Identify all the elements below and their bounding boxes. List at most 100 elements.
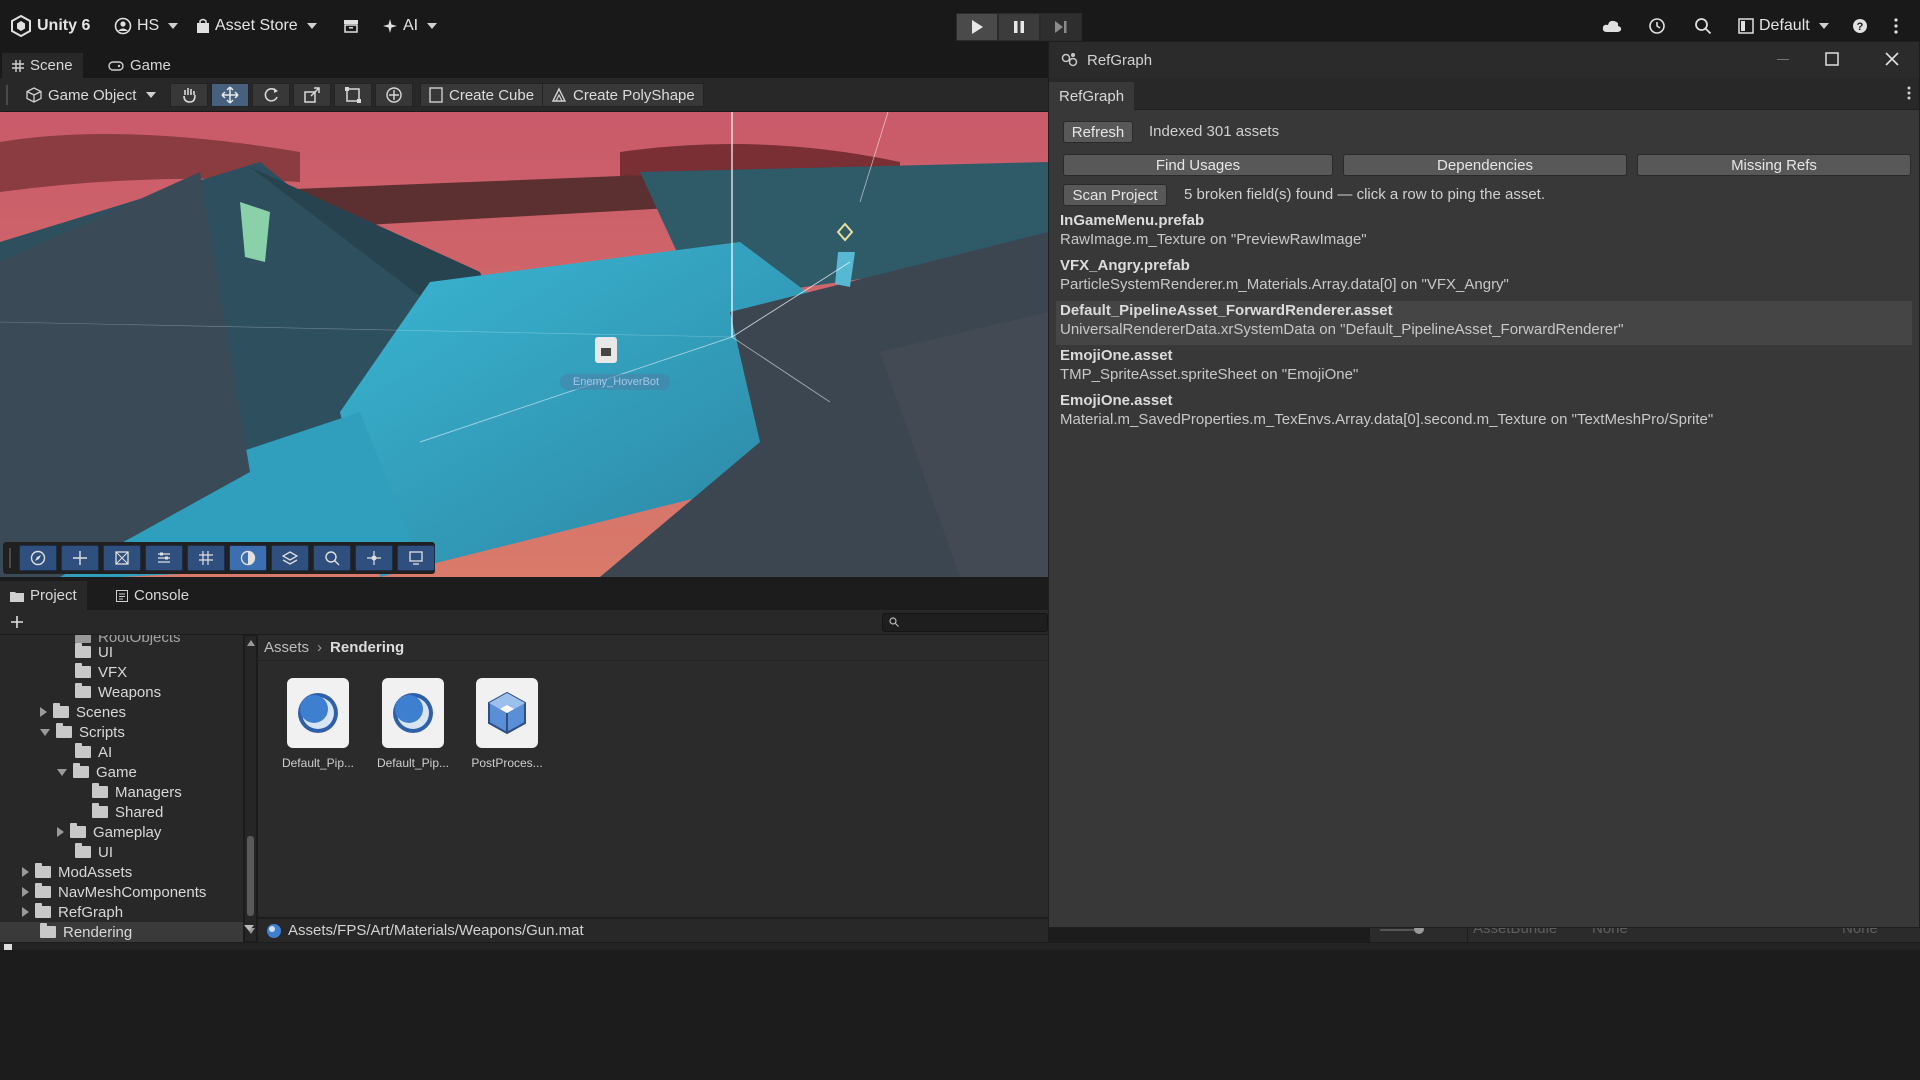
- tree-item[interactable]: VFX: [75, 662, 127, 682]
- chevron-down-icon: [306, 23, 317, 29]
- tab-scene[interactable]: Scene: [2, 53, 83, 78]
- chevron-down-icon[interactable]: [244, 925, 254, 931]
- move-arrows-icon: [221, 86, 239, 104]
- minimize-button[interactable]: [1771, 52, 1795, 68]
- asset-tile[interactable]: Default_Pip...: [274, 678, 362, 770]
- help-button[interactable]: ?: [1852, 14, 1868, 38]
- layers-button[interactable]: [271, 545, 309, 571]
- scroll-up-icon[interactable]: [247, 640, 255, 646]
- expand-arrow-icon[interactable]: [40, 707, 47, 717]
- pivot-button[interactable]: [355, 545, 393, 571]
- rotate-tool-button[interactable]: [252, 83, 290, 107]
- history-button[interactable]: [1648, 14, 1666, 38]
- tree-item[interactable]: UI: [75, 842, 113, 862]
- package-manager-button[interactable]: [343, 14, 359, 38]
- scan-project-button[interactable]: Scan Project: [1063, 184, 1167, 206]
- tree-item-label: Scripts: [79, 723, 125, 741]
- result-row-selected[interactable]: Default_PipelineAsset_ForwardRenderer.as…: [1056, 301, 1912, 345]
- window-titlebar[interactable]: RefGraph: [1049, 42, 1919, 78]
- tree-item[interactable]: UI: [75, 642, 113, 662]
- result-row[interactable]: InGameMenu.prefab RawImage.m_Texture on …: [1056, 211, 1912, 255]
- tree-item[interactable]: NavMeshComponents: [22, 882, 206, 902]
- pause-button[interactable]: [998, 13, 1040, 41]
- hand-tool-button[interactable]: [170, 83, 208, 107]
- move-tool-button[interactable]: [211, 83, 249, 107]
- folder-icon: [92, 783, 108, 798]
- orbit-tool-button[interactable]: [19, 545, 57, 571]
- scale-tool-button[interactable]: [293, 83, 331, 107]
- scroll-thumb[interactable]: [247, 836, 254, 916]
- grid-toggle-button[interactable]: [187, 545, 225, 571]
- tree-item[interactable]: Scenes: [40, 702, 126, 722]
- tree-item-selected[interactable]: Rendering: [0, 922, 243, 942]
- pan-tool-button[interactable]: [61, 545, 99, 571]
- grid-icon: [198, 550, 214, 566]
- tab-game[interactable]: Game: [98, 53, 181, 78]
- tree-item[interactable]: Shared: [92, 802, 163, 822]
- project-search-input[interactable]: [882, 613, 1048, 632]
- tab-refgraph[interactable]: RefGraph: [1049, 82, 1135, 110]
- rect-tool-button[interactable]: [334, 83, 372, 107]
- ai-dropdown[interactable]: AI: [382, 14, 438, 38]
- missing-refs-button[interactable]: Missing Refs: [1637, 154, 1911, 176]
- asset-tile[interactable]: PostProces...: [463, 678, 551, 770]
- result-row[interactable]: EmojiOne.asset TMP_SpriteAsset.spriteShe…: [1056, 346, 1912, 390]
- maximize-button[interactable]: [1825, 52, 1849, 68]
- tree-item[interactable]: RefGraph: [22, 902, 123, 922]
- tree-item[interactable]: AI: [75, 742, 112, 762]
- find-usages-button[interactable]: Find Usages: [1063, 154, 1333, 176]
- search-button[interactable]: [1694, 14, 1712, 38]
- game-object-dropdown[interactable]: Game Object: [18, 83, 164, 107]
- result-asset-name: InGameMenu.prefab: [1060, 212, 1205, 229]
- tree-item[interactable]: Weapons: [75, 682, 161, 702]
- expand-arrow-icon[interactable]: [22, 867, 29, 877]
- tree-item[interactable]: Managers: [92, 782, 182, 802]
- collapse-arrow-icon[interactable]: [40, 728, 50, 736]
- create-asset-button[interactable]: [8, 613, 26, 631]
- tab-options-button[interactable]: [1907, 86, 1911, 100]
- folder-icon: [75, 663, 91, 678]
- tree-item-label: Scenes: [76, 703, 127, 721]
- toolbar-grip[interactable]: [6, 85, 8, 105]
- tab-console[interactable]: Console: [106, 581, 199, 610]
- scene-viewport[interactable]: Enemy_HoverBot: [0, 112, 1048, 577]
- tree-item[interactable]: Game: [57, 762, 137, 782]
- result-row[interactable]: VFX_Angry.prefab ParticleSystemRenderer.…: [1056, 256, 1912, 300]
- refresh-button[interactable]: Refresh: [1063, 121, 1133, 143]
- expand-arrow-icon[interactable]: [57, 827, 64, 837]
- account-icon: [114, 17, 132, 35]
- expand-arrow-icon[interactable]: [22, 887, 29, 897]
- step-button[interactable]: [1040, 13, 1082, 41]
- dependencies-button[interactable]: Dependencies: [1343, 154, 1627, 176]
- layout-dropdown[interactable]: Default: [1738, 14, 1829, 38]
- create-polyshape-button[interactable]: Create PolyShape: [542, 83, 704, 107]
- cloud-button[interactable]: [1602, 14, 1622, 38]
- shading-mode-button[interactable]: [229, 545, 267, 571]
- asset-store-dropdown[interactable]: Asset Store: [196, 14, 317, 38]
- tree-item[interactable]: Gameplay: [57, 822, 161, 842]
- tree-item[interactable]: ModAssets: [22, 862, 132, 882]
- tab-project[interactable]: Project: [0, 581, 87, 610]
- close-button[interactable]: [1885, 52, 1909, 68]
- play-button[interactable]: [956, 13, 998, 41]
- result-row[interactable]: EmojiOne.asset Material.m_SavedPropertie…: [1056, 391, 1912, 435]
- unity-menu-button[interactable]: Unity 6: [10, 14, 90, 38]
- expand-arrow-icon[interactable]: [22, 907, 29, 917]
- settings-sliders-button[interactable]: [145, 545, 183, 571]
- collapse-arrow-icon[interactable]: [57, 768, 67, 776]
- more-menu-button[interactable]: [1894, 14, 1898, 38]
- transform-tool-button[interactable]: [375, 83, 413, 107]
- asset-tile[interactable]: Default_Pip...: [369, 678, 457, 770]
- create-cube-button[interactable]: Create Cube: [420, 83, 544, 107]
- breadcrumb-current[interactable]: Rendering: [330, 639, 404, 656]
- tree-scrollbar[interactable]: [245, 636, 256, 941]
- folder-icon: [70, 823, 86, 838]
- account-dropdown[interactable]: HS: [114, 14, 179, 38]
- search-scene-button[interactable]: [313, 545, 351, 571]
- breadcrumb-root[interactable]: Assets: [264, 639, 309, 656]
- tree-item[interactable]: Scripts: [40, 722, 125, 742]
- overlay-grip[interactable]: [9, 548, 11, 568]
- tree-item-label: Rendering: [63, 923, 133, 941]
- snap-tool-button[interactable]: [103, 545, 141, 571]
- gizmos-button[interactable]: [397, 545, 435, 571]
